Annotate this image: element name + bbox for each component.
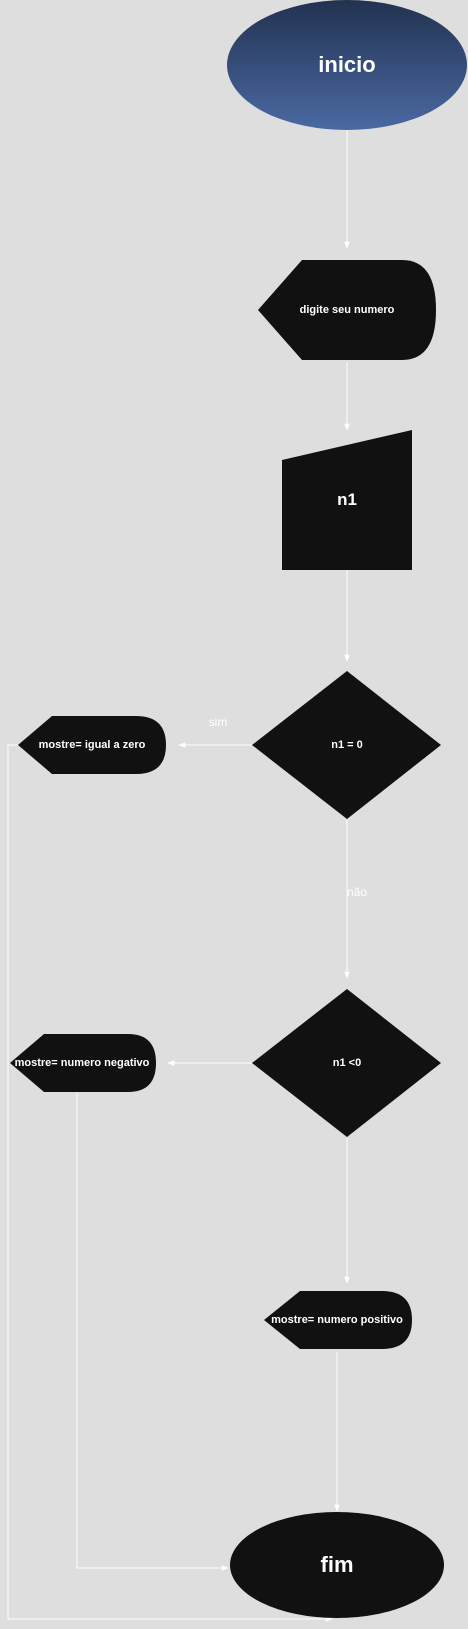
input-label: n1 <box>337 490 357 509</box>
end-label: fim <box>320 1552 354 1577</box>
decision2-label: n1 <0 <box>332 1057 362 1069</box>
start-label: inicio <box>318 52 376 77</box>
output-negative-label: mostre= numero negativo <box>14 1057 150 1069</box>
decision1-label: n1 = 0 <box>331 739 363 751</box>
edge-zero-to-end <box>7 744 333 1622</box>
output-zero-label: mostre= igual a zero <box>38 739 146 751</box>
edge-label-no: não <box>346 885 368 899</box>
prompt-label: digite seu numero <box>299 304 395 316</box>
output-positive-label: mostre= numero positivo <box>271 1314 403 1326</box>
flowchart-canvas <box>7 0 467 1622</box>
edge-negative-to-end <box>76 1093 229 1571</box>
edge-label-yes: sim <box>208 715 228 729</box>
